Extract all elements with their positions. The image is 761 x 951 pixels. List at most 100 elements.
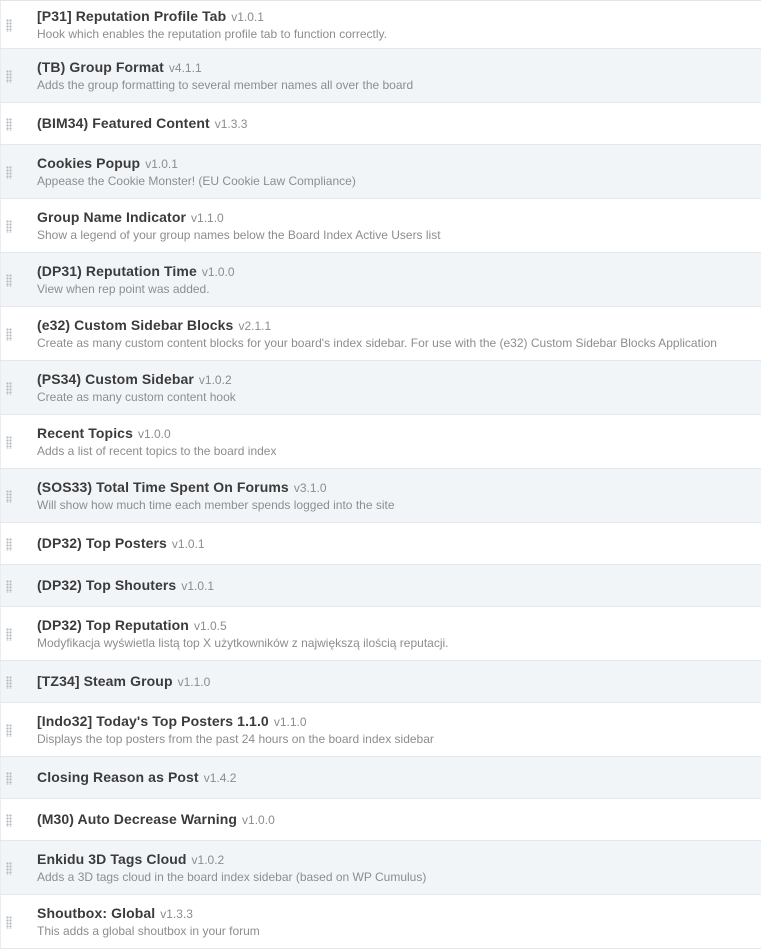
hook-header: (DP31) Reputation Time v1.0.0 <box>37 263 757 281</box>
drag-handle-icon[interactable] <box>6 435 12 449</box>
hook-version: v1.0.1 <box>231 9 264 24</box>
hook-title: Group Name Indicator <box>37 208 187 225</box>
hook-header: (PS34) Custom Sidebar v1.0.2 <box>37 371 757 389</box>
drag-handle-icon[interactable] <box>6 117 12 131</box>
hook-description: Adds a list of recent topics to the boar… <box>37 443 277 458</box>
hook-title: (M30) Auto Decrease Warning <box>37 810 238 827</box>
hook-header: (DP32) Top Reputation v1.0.5 <box>37 617 757 635</box>
hook-version: v1.0.1 <box>181 578 215 593</box>
drag-handle-icon[interactable] <box>6 723 12 737</box>
hook-title: Enkidu 3D Tags Cloud <box>37 850 187 867</box>
hook-row[interactable]: (e32) Custom Sidebar Blocks v2.1.1 Create … <box>0 307 761 361</box>
hook-row[interactable]: (BIM34) Featured Content v1.3.3 <box>0 103 761 145</box>
hook-row[interactable]: Cookies Popup v1.0.1 Appease the Cookie Mo… <box>0 145 761 199</box>
hook-version: v1.1.0 <box>177 674 211 689</box>
drag-handle-icon[interactable] <box>6 381 12 395</box>
hook-title: Shoutbox: Global <box>37 904 156 921</box>
hook-content: Enkidu 3D Tags Cloud v1.0.2 Adds a 3D tags… <box>37 851 757 885</box>
hook-title: [P31] Reputation Profile Tab <box>37 7 227 24</box>
hook-header: Group Name Indicator v1.1.0 <box>37 209 757 227</box>
hook-version: v1.4.2 <box>203 770 237 785</box>
hook-title: (e32) Custom Sidebar Blocks <box>37 316 234 333</box>
hook-content: (DP32) Top Shouters v1.0.1 <box>37 577 757 595</box>
hook-version: v3.1.0 <box>293 480 327 495</box>
drag-handle-icon[interactable] <box>6 861 12 875</box>
hook-title: Cookies Popup <box>37 154 141 171</box>
hook-version: v1.0.0 <box>242 812 275 827</box>
hook-content: (DP31) Reputation Time v1.0.0 View when re… <box>37 263 757 297</box>
hook-description: Create as many custom content blocks for… <box>37 335 717 350</box>
hook-row[interactable]: Recent Topics v1.0.0 Adds a list of recent… <box>0 415 761 469</box>
hook-row[interactable]: Enkidu 3D Tags Cloud v1.0.2 Adds a 3D tags… <box>0 841 761 895</box>
hook-content: (SOS33) Total Time Spent On Forums v3.1.0… <box>37 479 757 513</box>
hook-row[interactable]: Shoutbox: Global v1.3.3 This adds a global… <box>0 895 761 949</box>
hook-content: (PS34) Custom Sidebar v1.0.2 Create as man… <box>37 371 757 405</box>
hook-row[interactable]: (DP32) Top Reputation v1.0.5 Modyfikacja w… <box>0 607 761 661</box>
hook-description: Displays the top posters from the past 2… <box>37 731 434 746</box>
hook-title: Closing Reason as Post <box>37 768 199 785</box>
hook-header: (e32) Custom Sidebar Blocks v2.1.1 <box>37 317 757 335</box>
hook-content: Group Name Indicator v1.1.0 Show a legend … <box>37 209 757 243</box>
hook-header: Shoutbox: Global v1.3.3 <box>37 905 757 923</box>
hook-version: v1.1.0 <box>273 714 307 729</box>
hook-version: v1.3.3 <box>214 116 248 131</box>
hook-row[interactable]: [TZ34] Steam Group v1.1.0 <box>0 661 761 703</box>
drag-handle-icon[interactable] <box>6 489 12 503</box>
drag-handle-icon[interactable] <box>6 627 12 641</box>
hook-title: (TB) Group Format <box>37 58 164 75</box>
hook-version: v1.0.0 <box>137 426 171 441</box>
hook-header: Closing Reason as Post v1.4.2 <box>37 769 757 787</box>
drag-handle-icon[interactable] <box>6 327 12 341</box>
hook-header: Recent Topics v1.0.0 <box>37 425 757 443</box>
drag-handle-icon[interactable] <box>6 69 12 83</box>
hook-row[interactable]: (PS34) Custom Sidebar v1.0.2 Create as man… <box>0 361 761 415</box>
hook-header: [Indo32] Today's Top Posters 1.1.0 v1.1.0 <box>37 713 757 731</box>
hook-version: v1.0.5 <box>193 618 227 633</box>
hook-header: [TZ34] Steam Group v1.1.0 <box>37 673 757 691</box>
drag-handle-icon[interactable] <box>6 675 12 689</box>
hook-header: (DP32) Top Shouters v1.0.1 <box>37 577 757 595</box>
hook-row[interactable]: (M30) Auto Decrease Warning v1.0.0 <box>0 799 761 841</box>
hook-row[interactable]: [P31] Reputation Profile Tab v1.0.1 Hook w… <box>0 1 761 49</box>
hook-content: Closing Reason as Post v1.4.2 <box>37 769 757 787</box>
hook-header: [P31] Reputation Profile Tab v1.0.1 <box>37 8 757 26</box>
drag-handle-icon[interactable] <box>6 537 12 551</box>
drag-handle-icon[interactable] <box>6 165 12 179</box>
hook-row[interactable]: [Indo32] Today's Top Posters 1.1.0 v1.1.0… <box>0 703 761 757</box>
hook-header: (SOS33) Total Time Spent On Forums v3.1.0 <box>37 479 757 497</box>
hook-row[interactable]: Closing Reason as Post v1.4.2 <box>0 757 761 799</box>
hook-row[interactable]: (TB) Group Format v4.1.1 Adds the group fo… <box>0 49 761 103</box>
hook-content: [Indo32] Today's Top Posters 1.1.0 v1.1.0… <box>37 713 757 747</box>
drag-handle-icon[interactable] <box>6 915 12 929</box>
hook-row[interactable]: Group Name Indicator v1.1.0 Show a legend … <box>0 199 761 253</box>
hook-content: (DP32) Top Reputation v1.0.5 Modyfikacja w… <box>37 617 757 651</box>
hook-description: Adds a 3D tags cloud in the board index … <box>37 869 427 884</box>
hook-row[interactable]: (DP32) Top Shouters v1.0.1 <box>0 565 761 607</box>
drag-handle-icon[interactable] <box>6 18 12 32</box>
hook-version: v1.0.1 <box>145 156 178 171</box>
hook-description: Create as many custom content hook <box>37 389 236 404</box>
hook-description: View when rep point was added. <box>37 281 210 296</box>
hook-row[interactable]: (DP32) Top Posters v1.0.1 <box>0 523 761 565</box>
hook-version: v4.1.1 <box>168 60 202 75</box>
drag-handle-icon[interactable] <box>6 273 12 287</box>
drag-handle-icon[interactable] <box>6 771 12 785</box>
hook-content: (M30) Auto Decrease Warning v1.0.0 <box>37 811 757 829</box>
hook-row[interactable]: (DP31) Reputation Time v1.0.0 View when re… <box>0 253 761 307</box>
hook-version: v1.0.1 <box>171 536 205 551</box>
drag-handle-icon[interactable] <box>6 579 12 593</box>
hook-row[interactable]: (SOS33) Total Time Spent On Forums v3.1.0… <box>0 469 761 523</box>
hook-version: v1.0.2 <box>198 372 232 387</box>
hook-content: (DP32) Top Posters v1.0.1 <box>37 535 757 553</box>
hook-content: [P31] Reputation Profile Tab v1.0.1 Hook w… <box>37 8 757 42</box>
hook-version: v2.1.1 <box>238 318 272 333</box>
drag-handle-icon[interactable] <box>6 219 12 233</box>
hook-description: This adds a global shoutbox in your foru… <box>37 923 260 938</box>
hook-version: v1.0.2 <box>191 852 225 867</box>
hook-content: Cookies Popup v1.0.1 Appease the Cookie Mo… <box>37 155 757 189</box>
hook-header: Cookies Popup v1.0.1 <box>37 155 757 173</box>
hook-title: [TZ34] Steam Group <box>37 672 173 689</box>
hook-header: (DP32) Top Posters v1.0.1 <box>37 535 757 553</box>
hook-title: (DP31) Reputation Time <box>37 262 197 279</box>
drag-handle-icon[interactable] <box>6 813 12 827</box>
